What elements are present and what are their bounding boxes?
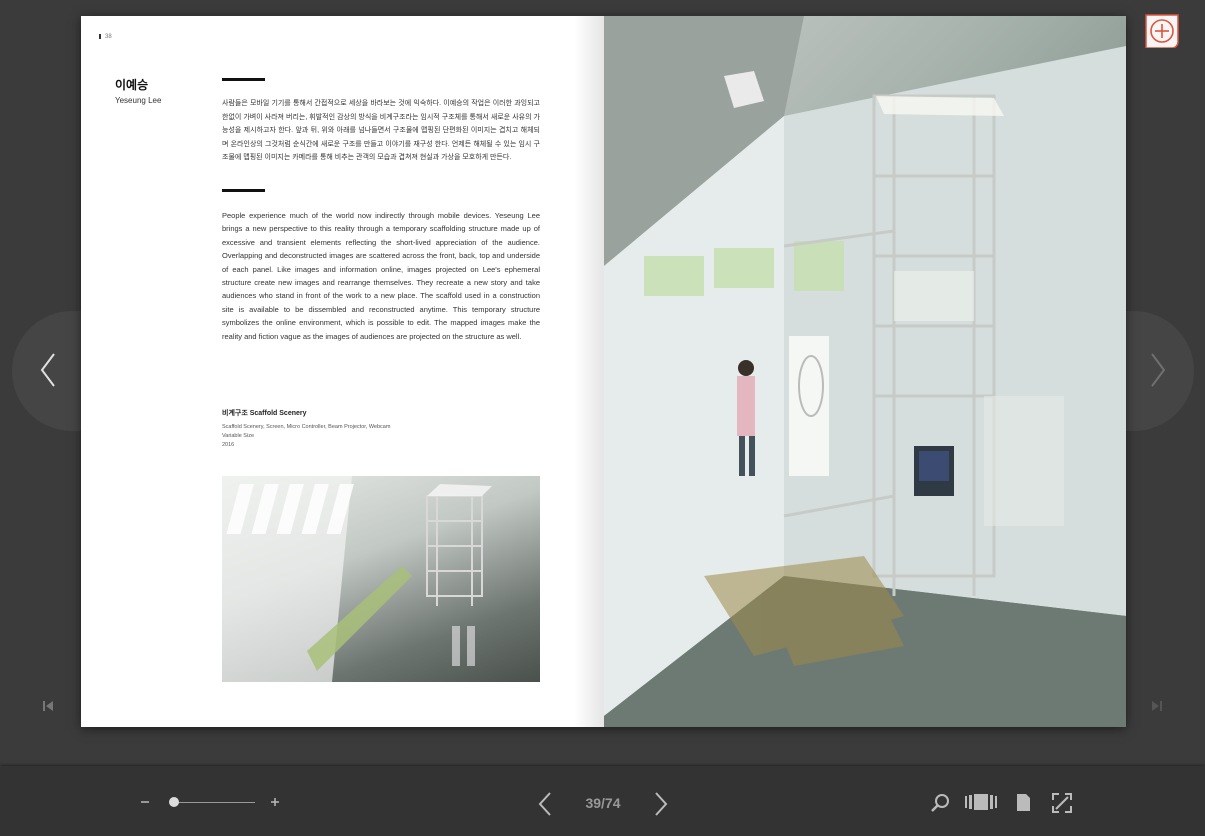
section-rule [222, 78, 265, 81]
bookmark-add-icon[interactable] [1145, 14, 1179, 48]
zoom-slider-track[interactable] [170, 802, 255, 803]
page-number: 38 [99, 34, 112, 40]
thumbnails-icon[interactable] [964, 793, 998, 811]
work-year: 2016 [222, 442, 235, 448]
description-kr: 사람들은 모바일 기기를 통해서 간접적으로 세상을 바라보는 것에 익숙하다.… [222, 100, 540, 161]
bottom-toolbar: 39/74 [0, 766, 1205, 836]
page-counter: 39/74 [585, 795, 621, 811]
plus-icon[interactable] [270, 797, 280, 807]
left-page: 38 이예승 Yeseung Lee 사람들은 모바일 기기를 통해서 간접적으… [81, 16, 604, 727]
skip-first-icon[interactable] [42, 700, 54, 712]
artist-name-en: Yeseung Lee [115, 96, 162, 105]
work-materials: Scaffold Scenery, Screen, Micro Controll… [222, 424, 391, 430]
fullscreen-icon[interactable] [1052, 793, 1072, 813]
work-size: Variable Size [222, 433, 254, 439]
artist-name-kr: 이예승 [115, 78, 149, 92]
skip-last-icon[interactable] [1151, 700, 1163, 712]
next-page-button[interactable] [653, 791, 669, 817]
book-spread: 38 이예승 Yeseung Lee 사람들은 모바일 기기를 통해서 간접적으… [81, 16, 1126, 727]
work-meta: Scaffold Scenery, Screen, Micro Controll… [222, 423, 390, 450]
minus-icon[interactable] [140, 797, 150, 807]
zoom-slider-knob[interactable] [169, 797, 180, 807]
description-en: People experience much of the world now … [222, 211, 540, 341]
search-icon[interactable] [930, 793, 950, 813]
chevron-left-icon[interactable] [38, 350, 58, 390]
single-page-icon[interactable] [1016, 793, 1031, 812]
section-rule [222, 189, 265, 192]
chevron-right-icon[interactable] [1148, 350, 1168, 390]
right-page-photo [604, 16, 1126, 727]
work-title: 비계구조 Scaffold Scenery [222, 410, 307, 417]
prev-page-button[interactable] [537, 791, 553, 817]
installation-photo-small [222, 476, 540, 682]
